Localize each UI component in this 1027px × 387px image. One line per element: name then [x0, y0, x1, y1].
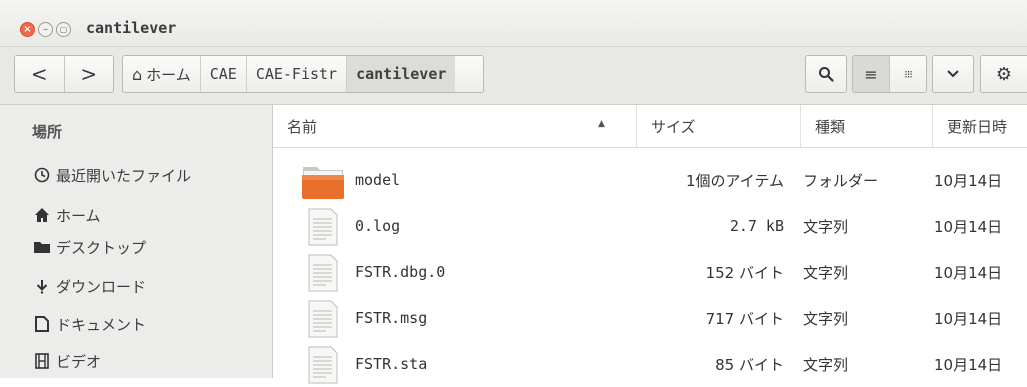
breadcrumb: ⌂ ホーム CAE CAE-Fistr cantilever [122, 55, 484, 93]
window-title: cantilever [86, 19, 177, 37]
breadcrumb-label: CAE-Fistr [255, 65, 338, 83]
gear-icon: ⚙ [995, 63, 1013, 85]
file-modified: 10月14日 [934, 171, 1003, 190]
maximize-icon: ▢ [59, 24, 68, 34]
view-options-button[interactable] [932, 55, 974, 93]
chevron-down-icon [947, 70, 959, 78]
sidebar-item-videos[interactable]: ビデオ [32, 348, 101, 374]
column-label: 名前 [287, 117, 318, 136]
forward-button[interactable]: > [63, 56, 114, 92]
back-button[interactable]: < [15, 56, 64, 92]
column-header-modified[interactable]: 更新日時 [933, 105, 1027, 147]
home-icon: ⌂ [132, 64, 143, 84]
file-name: FSTR.sta [355, 355, 428, 373]
breadcrumb-label: ホーム [146, 65, 191, 84]
navigation-buttons: < > [14, 55, 114, 93]
file-list: 名前 ▲ サイズ 種類 更新日時 model 1個のアイテム フォルダー 10月… [273, 105, 1027, 384]
download-icon [32, 278, 52, 294]
toolbar: < > ⌂ ホーム CAE CAE-Fistr cantilever ≡ ⁝⁝⁝ [0, 47, 1027, 105]
breadcrumb-cae[interactable]: CAE [201, 56, 247, 92]
file-size: 1個のアイテム [685, 171, 784, 190]
search-button[interactable] [805, 55, 847, 93]
column-header-size[interactable]: サイズ [637, 105, 801, 147]
sidebar-item-label: ドキュメント [56, 315, 147, 334]
table-row[interactable]: FSTR.sta 85 バイト 文字列 10月14日 [273, 341, 1027, 387]
file-name: FSTR.dbg.0 [355, 263, 446, 281]
view-mode-buttons: ≡ ⁝⁝⁝ [852, 55, 927, 93]
breadcrumb-label: CAE [209, 65, 237, 83]
minimize-icon: – [43, 23, 48, 35]
maximize-window-button[interactable]: ▢ [56, 22, 71, 37]
file-modified: 10月14日 [934, 355, 1003, 374]
clock-icon [32, 167, 52, 183]
sidebar-item-label: ホーム [56, 206, 101, 225]
file-size: 85 バイト [715, 355, 784, 374]
table-row[interactable]: model 1個のアイテム フォルダー 10月14日 [273, 157, 1027, 203]
file-kind: 文字列 [803, 309, 849, 328]
column-header-kind[interactable]: 種類 [801, 105, 933, 147]
list-view-button[interactable]: ≡ [853, 56, 889, 92]
table-row[interactable]: 0.log 2.7 kB 文字列 10月14日 [273, 203, 1027, 249]
back-arrow-icon: < [30, 62, 48, 86]
document-icon [32, 316, 52, 332]
file-modified: 10月14日 [934, 309, 1003, 328]
column-label: 種類 [815, 117, 846, 136]
sidebar-item-documents[interactable]: ドキュメント [32, 311, 146, 337]
file-size: 2.7 kB [729, 217, 784, 235]
file-size: 717 バイト [705, 309, 784, 328]
file-modified: 10月14日 [934, 217, 1003, 236]
breadcrumb-home[interactable]: ⌂ ホーム [123, 56, 201, 92]
text-file-icon [308, 346, 338, 384]
column-headers: 名前 ▲ サイズ 種類 更新日時 [273, 105, 1027, 148]
file-kind: フォルダー [803, 171, 879, 190]
video-icon [32, 353, 52, 369]
minimize-window-button[interactable]: – [38, 22, 53, 37]
close-icon: × [23, 23, 32, 35]
sidebar-item-downloads[interactable]: ダウンロード [32, 273, 146, 299]
text-file-icon [308, 208, 338, 246]
table-row[interactable]: FSTR.msg 717 バイト 文字列 10月14日 [273, 295, 1027, 341]
file-kind: 文字列 [803, 355, 849, 374]
column-header-name[interactable]: 名前 [273, 105, 637, 147]
grid-view-button[interactable]: ⁝⁝⁝ [889, 56, 926, 92]
text-file-icon [308, 254, 338, 292]
sidebar-item-desktop[interactable]: デスクトップ [32, 234, 146, 260]
sidebar-heading: 場所 [32, 123, 63, 141]
forward-arrow-icon: > [80, 62, 98, 86]
table-row[interactable]: FSTR.dbg.0 152 バイト 文字列 10月14日 [273, 249, 1027, 295]
title-bar: × – ▢ cantilever [0, 0, 1027, 47]
file-name: model [355, 171, 401, 189]
home-icon [32, 207, 52, 223]
file-modified: 10月14日 [934, 263, 1003, 282]
sort-ascending-icon: ▲ [598, 119, 605, 129]
search-icon [819, 67, 834, 82]
grid-view-icon: ⁝⁝⁝ [904, 67, 912, 81]
sidebar-item-home[interactable]: ホーム [32, 202, 101, 228]
sidebar-item-label: ビデオ [56, 352, 102, 371]
file-name: 0.log [355, 217, 401, 235]
file-kind: 文字列 [803, 217, 849, 236]
close-window-button[interactable]: × [20, 22, 35, 37]
breadcrumb-label: cantilever [356, 65, 447, 83]
settings-button[interactable]: ⚙ [980, 55, 1027, 93]
text-file-icon [308, 300, 338, 338]
sidebar-item-label: 最近開いたファイル [56, 166, 192, 185]
file-size: 152 バイト [705, 263, 784, 282]
column-label: サイズ [651, 117, 696, 136]
file-kind: 文字列 [803, 263, 849, 282]
sidebar-item-label: ダウンロード [56, 277, 147, 296]
sidebar: 場所 最近開いたファイル ホーム デスクトップ ダウンロード ドキュメント ビデ… [0, 105, 273, 378]
column-label: 更新日時 [947, 117, 1008, 136]
file-name: FSTR.msg [355, 309, 428, 327]
breadcrumb-cantilever[interactable]: cantilever [347, 56, 456, 92]
desktop-folder-icon [32, 239, 52, 255]
sidebar-item-recent[interactable]: 最近開いたファイル [32, 162, 191, 188]
folder-icon [302, 167, 344, 199]
breadcrumb-cae-fistr[interactable]: CAE-Fistr [247, 56, 348, 92]
sidebar-item-label: デスクトップ [56, 238, 147, 257]
list-view-icon: ≡ [864, 64, 878, 84]
